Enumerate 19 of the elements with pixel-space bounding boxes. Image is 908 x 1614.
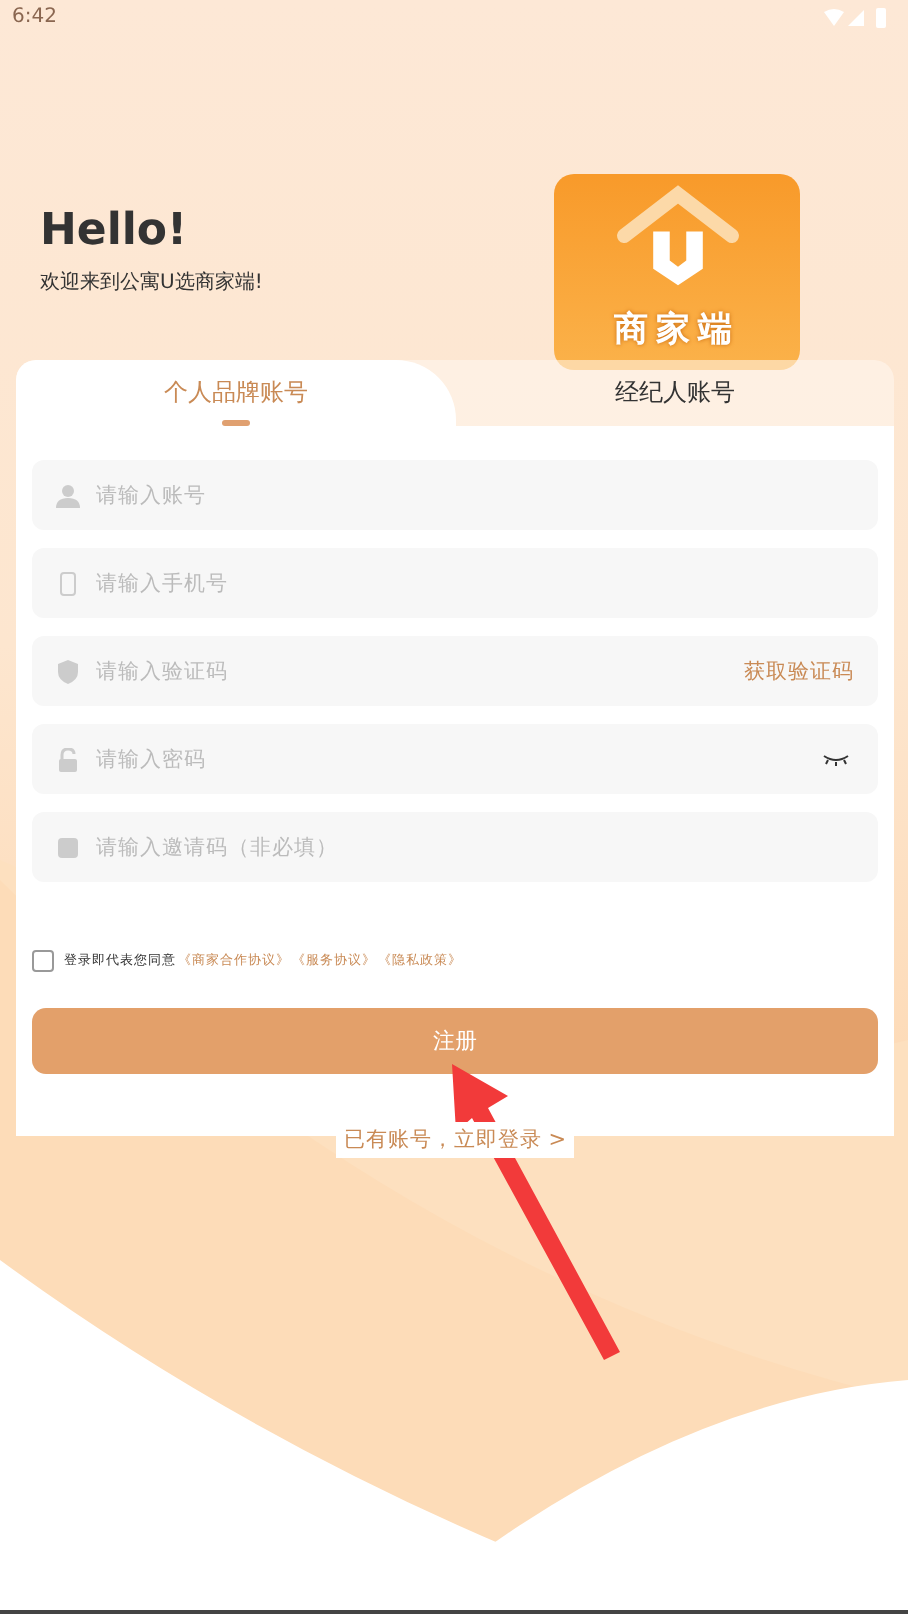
welcome-text: 欢迎来到公寓U选商家端! bbox=[40, 269, 263, 296]
input-field[interactable]: 请输入手机号 bbox=[32, 548, 878, 618]
person-icon bbox=[56, 483, 80, 507]
register-button[interactable]: 注册 bbox=[32, 1008, 878, 1074]
input-field[interactable]: 请输入邀请码（非必填） bbox=[32, 812, 878, 882]
status-icons bbox=[824, 7, 892, 27]
eye-closed-icon[interactable] bbox=[822, 754, 850, 766]
phone-icon bbox=[56, 571, 80, 595]
account-tab[interactable]: 个人品牌账号 bbox=[16, 360, 455, 426]
shield-icon bbox=[56, 659, 80, 683]
agree-checkbox[interactable] bbox=[32, 950, 54, 972]
get-code-link[interactable]: 获取验证码 bbox=[744, 658, 854, 686]
input-field[interactable]: 请输入密码 bbox=[32, 724, 878, 794]
login-link[interactable]: 已有账号，立即登录 > bbox=[335, 1122, 575, 1158]
app-logo: 商家端 bbox=[554, 174, 800, 370]
lock-icon bbox=[56, 747, 80, 771]
status-time: 6:42 bbox=[12, 6, 57, 28]
input-field[interactable]: 请输入账号 bbox=[32, 460, 878, 530]
hello-title: Hello! bbox=[40, 206, 190, 256]
